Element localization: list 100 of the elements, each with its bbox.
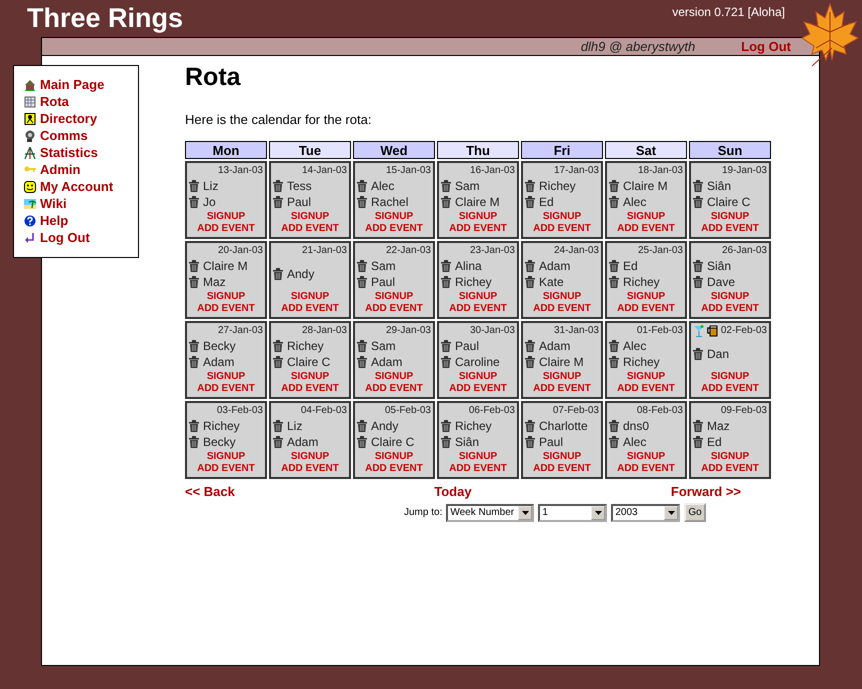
shift-link[interactable]: SIGNUP <box>374 291 414 303</box>
shift-link[interactable]: ADD EVENT <box>617 303 675 315</box>
intro-text: Here is the calendar for the rota: <box>185 112 372 127</box>
shift-link[interactable]: ADD EVENT <box>449 383 507 395</box>
shift-link[interactable]: ADD EVENT <box>617 223 675 235</box>
forward-link[interactable]: Forward >> <box>670 484 741 499</box>
menu-link[interactable]: Rota <box>24 93 138 110</box>
volunteer-name: Richey <box>455 275 492 289</box>
shift-link[interactable]: SIGNUP <box>542 291 582 303</box>
menu-link[interactable]: Main Page <box>24 76 138 93</box>
shift-link[interactable]: ADD EVENT <box>701 383 759 395</box>
volunteer-name: Paul <box>371 275 396 289</box>
shift-link[interactable]: SIGNUP <box>626 451 666 463</box>
menu-link[interactable]: Comms <box>24 127 138 144</box>
shift-link[interactable]: ADD EVENT <box>365 383 423 395</box>
shift-link[interactable]: SIGNUP <box>626 211 666 223</box>
shift-link[interactable]: SIGNUP <box>458 371 498 383</box>
shift-link[interactable]: ADD EVENT <box>197 463 255 475</box>
shift-link[interactable]: ADD EVENT <box>449 303 507 315</box>
week-select[interactable]: 1 <box>538 504 608 522</box>
dropdown-arrow-icon <box>668 510 675 514</box>
shift-link[interactable]: SIGNUP <box>374 451 414 463</box>
menu-link[interactable]: Directory <box>24 110 138 127</box>
shift-link[interactable]: SIGNUP <box>458 211 498 223</box>
shift-link[interactable]: ADD EVENT <box>281 383 339 395</box>
shift-link[interactable]: SIGNUP <box>206 211 246 223</box>
mode-select[interactable]: Week Number <box>446 504 534 522</box>
shift-link[interactable]: SIGNUP <box>710 291 750 303</box>
shift-link[interactable]: ADD EVENT <box>449 223 507 235</box>
bin-icon <box>273 420 283 432</box>
date-label: 13-Jan-03 <box>218 165 263 176</box>
back-link[interactable]: << Back <box>185 484 235 499</box>
shift-link[interactable]: ADD EVENT <box>281 463 339 475</box>
day-header: Sat <box>605 141 687 159</box>
shift-link[interactable]: ADD EVENT <box>533 463 591 475</box>
shift-link[interactable]: SIGNUP <box>290 371 330 383</box>
shift-link[interactable]: ADD EVENT <box>449 463 507 475</box>
shift-link[interactable]: ADD EVENT <box>197 303 255 315</box>
menu-link[interactable]: Log Out <box>24 229 138 246</box>
shift-link[interactable]: ADD EVENT <box>365 223 423 235</box>
bin-icon <box>273 356 283 368</box>
shift-link[interactable]: ADD EVENT <box>701 223 759 235</box>
shift-link[interactable]: SIGNUP <box>374 211 414 223</box>
shift-link[interactable]: SIGNUP <box>542 371 582 383</box>
date-label: 06-Feb-03 <box>468 405 515 416</box>
shift-link[interactable]: SIGNUP <box>626 291 666 303</box>
bin-icon <box>441 196 451 208</box>
shift-link[interactable]: SIGNUP <box>290 211 330 223</box>
shift-link[interactable]: SIGNUP <box>290 451 330 463</box>
shift-link[interactable]: ADD EVENT <box>701 303 759 315</box>
beer-mug-icon <box>706 324 718 336</box>
day-header: Sun <box>689 141 771 159</box>
go-button[interactable]: Go <box>684 503 706 522</box>
shift-link[interactable]: SIGNUP <box>290 291 330 303</box>
date-label: 21-Jan-03 <box>302 245 347 256</box>
bin-icon <box>525 420 535 432</box>
volunteer-name: Alec <box>623 339 646 353</box>
shift-link[interactable]: SIGNUP <box>458 291 498 303</box>
logout-link[interactable]: Log Out <box>741 39 791 54</box>
shift-link[interactable]: SIGNUP <box>626 371 666 383</box>
shift-link[interactable]: SIGNUP <box>542 451 582 463</box>
bin-icon <box>609 436 619 448</box>
bin-icon <box>189 180 199 192</box>
bin-icon <box>693 260 703 272</box>
shift-link[interactable]: SIGNUP <box>710 451 750 463</box>
shift-link[interactable]: SIGNUP <box>374 371 414 383</box>
today-link[interactable]: Today <box>434 484 472 499</box>
shift-link[interactable]: ADD EVENT <box>365 463 423 475</box>
shift-link[interactable]: ADD EVENT <box>701 463 759 475</box>
compass-icon <box>24 146 36 158</box>
menu-link[interactable]: My Account <box>24 178 138 195</box>
shift-link[interactable]: ADD EVENT <box>617 463 675 475</box>
bin-icon <box>609 180 619 192</box>
shift-link[interactable]: ADD EVENT <box>533 383 591 395</box>
shift-link[interactable]: SIGNUP <box>710 211 750 223</box>
bin-icon <box>273 436 283 448</box>
volunteer-name: Tess <box>287 179 312 193</box>
volunteer-name: Adam <box>203 355 234 369</box>
shift-link[interactable]: ADD EVENT <box>617 383 675 395</box>
shift-link[interactable]: ADD EVENT <box>533 223 591 235</box>
volunteer-name: Paul <box>539 435 564 449</box>
shift-link[interactable]: ADD EVENT <box>281 223 339 235</box>
shift-link[interactable]: ADD EVENT <box>197 383 255 395</box>
shift-link[interactable]: ADD EVENT <box>281 303 339 315</box>
menu-link[interactable]: Wiki <box>24 195 138 212</box>
shift-link[interactable]: SIGNUP <box>542 211 582 223</box>
year-select[interactable]: 2003 <box>611 504 680 522</box>
menu-link[interactable]: Statistics <box>24 144 138 161</box>
shift-link[interactable]: ADD EVENT <box>197 223 255 235</box>
menu-link[interactable]: Admin <box>24 161 138 178</box>
shift-link[interactable]: SIGNUP <box>206 451 246 463</box>
shift-link[interactable]: SIGNUP <box>206 291 246 303</box>
shift-link[interactable]: ADD EVENT <box>533 303 591 315</box>
shift-link[interactable]: SIGNUP <box>206 371 246 383</box>
shift-link[interactable]: SIGNUP <box>710 371 750 383</box>
volunteer-name: Siân <box>455 435 480 449</box>
shift-link[interactable]: SIGNUP <box>458 451 498 463</box>
shift-link[interactable]: ADD EVENT <box>365 303 423 315</box>
volunteer-name: Paul <box>287 195 312 209</box>
menu-link[interactable]: Help <box>24 212 138 229</box>
